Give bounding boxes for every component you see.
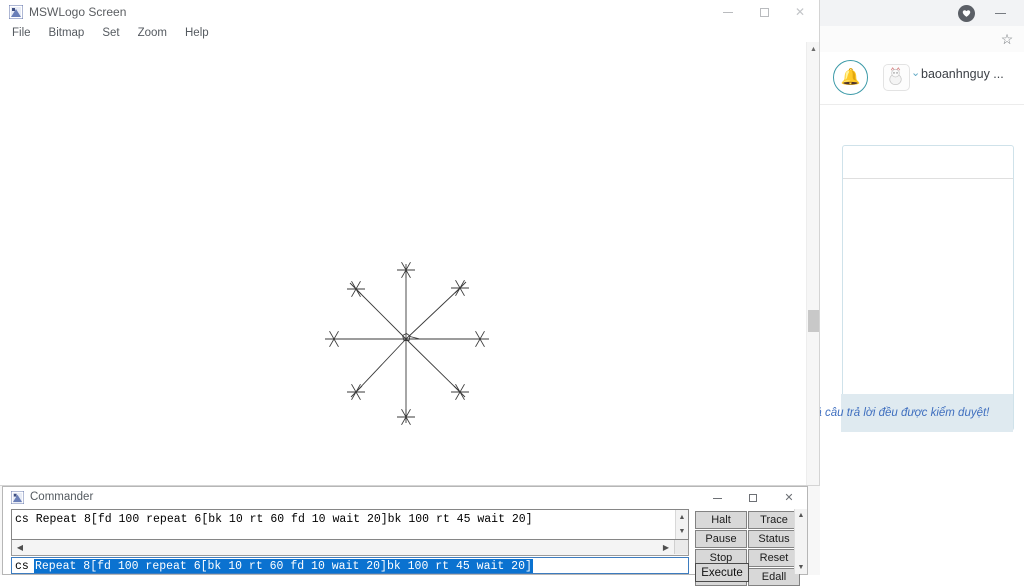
commander-history-pane[interactable]: cs Repeat 8[fd 100 repeat 6[bk 10 rt 60 … (11, 509, 689, 540)
commander-title-text: Commander (30, 491, 94, 503)
execute-button[interactable]: Execute (695, 563, 749, 582)
menu-item-file[interactable]: File (12, 27, 31, 39)
browser-user-row: 🔔 ⌄ baoanhnguy ... (820, 52, 1024, 105)
commander-vertical-scrollbar[interactable]: ▲ ▼ (794, 509, 807, 574)
status-button[interactable]: Status (748, 530, 800, 548)
history-horizontal-scrollbar[interactable]: ◀ ▶ (11, 540, 689, 556)
mswlogo-menubar: File Bitmap Set Zoom Help (0, 24, 819, 42)
canvas-vertical-scrollbar[interactable]: ▲ (806, 42, 819, 485)
browser-minimize-button[interactable] (990, 4, 1010, 22)
browser-titlebar (820, 0, 1024, 27)
trace-button[interactable]: Trace (748, 511, 800, 529)
button-row-1: Halt Trace (695, 511, 801, 530)
history-vertical-scrollbar[interactable]: ▲ ▼ (675, 510, 688, 539)
menu-item-zoom[interactable]: Zoom (138, 27, 167, 39)
edall-button[interactable]: Edall (748, 568, 800, 586)
input-prefix: cs (15, 560, 29, 573)
history-line: cs Repeat 8[fd 100 repeat 6[bk 10 rt 60 … (15, 513, 533, 526)
screen-root: ☆ 🔔 ⌄ baoanhnguy ... ả câu trả lời đều đ… (0, 0, 1024, 586)
button-row-2: Pause Status (695, 530, 801, 549)
commander-window: Commander ✕ cs Repeat 8[fd 100 repeat 6[… (2, 486, 808, 586)
scroll-up-icon[interactable]: ▲ (807, 42, 820, 56)
pause-button[interactable]: Pause (695, 530, 747, 548)
search-input-value[interactable]: Repeat 8[fd 100 repeat 6[bk 10 rt 60 fd … (34, 559, 533, 573)
reset-button[interactable]: Reset (748, 549, 800, 567)
turtle-canvas[interactable] (1, 42, 807, 485)
scroll-up-icon[interactable]: ▲ (795, 509, 807, 522)
scroll-up-icon[interactable]: ▲ (676, 510, 688, 524)
scroll-left-icon[interactable]: ◀ (13, 540, 27, 554)
scroll-down-icon[interactable]: ▼ (676, 524, 688, 538)
content-card: ả câu trả lời đều được kiểm duyệt! (815, 145, 1014, 432)
browser-username: baoanhnguy ... (921, 67, 1004, 81)
card-body (843, 179, 1013, 397)
card-footer: ả câu trả lời đều được kiểm duyệt! (815, 393, 1014, 432)
commander-maximize-button[interactable] (735, 487, 771, 509)
commander-titlebar[interactable]: Commander ✕ (3, 487, 807, 509)
mswlogo-titlebar[interactable]: MSWLogo Screen ✕ (0, 0, 819, 24)
halt-button[interactable]: Halt (695, 511, 747, 529)
user-avatar[interactable] (883, 64, 910, 91)
commander-close-button[interactable]: ✕ (771, 487, 807, 509)
menu-item-bitmap[interactable]: Bitmap (49, 27, 85, 39)
scrollbar-thumb[interactable] (808, 310, 819, 332)
heart-icon[interactable] (958, 5, 975, 22)
scroll-right-icon[interactable]: ▶ (659, 540, 673, 554)
card-footer-text: ả câu trả lời đều được kiểm duyệt! (815, 406, 990, 419)
card-header (843, 146, 1013, 179)
scrollbar-corner (674, 540, 688, 554)
bell-icon[interactable]: 🔔 (833, 60, 868, 95)
star-icon[interactable]: ☆ (998, 30, 1016, 48)
commander-minimize-button[interactable] (699, 487, 735, 509)
mswlogo-close-button[interactable]: ✕ (777, 0, 823, 24)
menu-item-help[interactable]: Help (185, 27, 209, 39)
browser-bookmark-bar: ☆ (820, 26, 1024, 53)
browser-panel: ☆ 🔔 ⌄ baoanhnguy ... ả câu trả lời đều đ… (815, 0, 1024, 575)
mswlogo-window: MSWLogo Screen ✕ File Bitmap Set Zoom He… (0, 0, 820, 486)
menu-item-set[interactable]: Set (102, 27, 119, 39)
scroll-down-icon[interactable]: ▼ (795, 561, 807, 574)
chevron-down-icon[interactable]: ⌄ (911, 68, 920, 79)
mswlogo-icon (9, 5, 23, 19)
mswlogo-icon (11, 491, 24, 504)
commander-input[interactable]: cs Repeat 8[fd 100 repeat 6[bk 10 rt 60 … (11, 557, 689, 574)
mswlogo-title-text: MSWLogo Screen (29, 5, 127, 19)
